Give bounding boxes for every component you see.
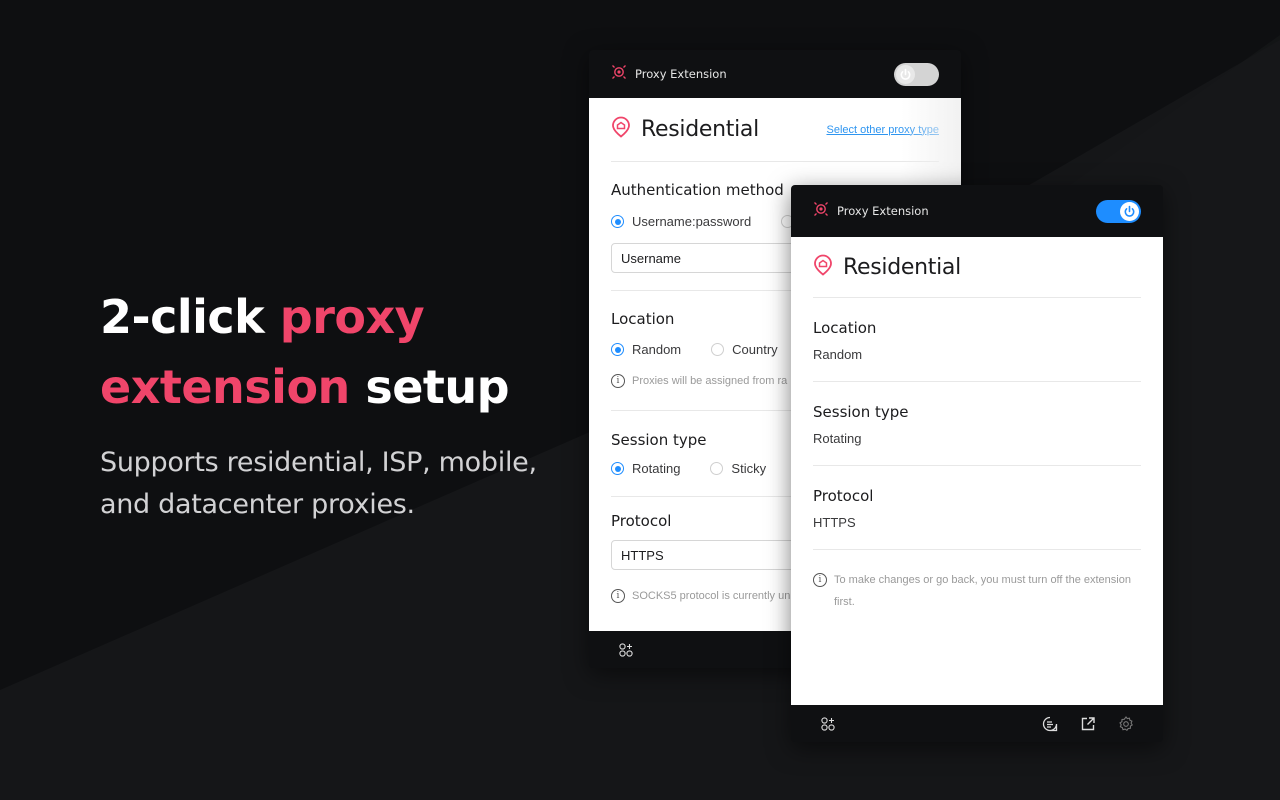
title-row: Residential <box>813 237 1141 298</box>
radio-random[interactable]: Random <box>611 342 681 357</box>
hint-text: Proxies will be assigned from ra <box>632 375 788 387</box>
apps-add-icon[interactable] <box>819 715 837 733</box>
section-value: HTTPS <box>813 515 856 530</box>
home-pin-icon <box>813 254 833 281</box>
external-link-icon[interactable] <box>1079 715 1097 733</box>
session-summary: Session type Rotating <box>813 382 1141 466</box>
home-pin-icon <box>611 116 631 143</box>
radio-indicator[interactable] <box>611 215 624 228</box>
protocol-summary: Protocol HTTPS <box>813 466 1141 550</box>
brand: Proxy Extension <box>611 64 727 85</box>
chat-icon[interactable] <box>1041 715 1059 733</box>
brand: Proxy Extension <box>813 201 929 222</box>
location-summary: Location Random <box>813 298 1141 382</box>
extension-panel-active: Proxy Extension Residential Location Ran… <box>791 185 1163 742</box>
panel-body: Residential Location Random Session type… <box>791 237 1163 705</box>
radio-indicator[interactable] <box>611 462 624 475</box>
brand-label: Proxy Extension <box>635 67 727 81</box>
proxy-type-title: Residential <box>641 117 759 142</box>
target-icon <box>611 64 627 85</box>
radio-label: Random <box>632 342 682 357</box>
hero-title-part1: 2-click <box>100 290 280 344</box>
radio-country[interactable]: Country <box>711 342 778 357</box>
radio-indicator[interactable] <box>611 343 624 356</box>
radio-label: Rotating <box>632 461 681 476</box>
footer-actions <box>1041 715 1135 733</box>
radio-indicator[interactable] <box>711 343 725 356</box>
power-icon <box>1120 201 1139 221</box>
info-icon: i <box>611 589 625 603</box>
extension-toggle[interactable] <box>894 62 939 86</box>
hero-subtitle: Supports residential, ISP, mobile, and d… <box>100 447 537 520</box>
title-row: Residential Select other proxy type <box>611 98 939 162</box>
info-icon: i <box>611 374 625 388</box>
select-proxy-type-link[interactable]: Select other proxy type <box>826 124 939 136</box>
section-title: Location <box>813 319 877 337</box>
radio-label: Country <box>732 342 778 357</box>
hero-title: 2-click proxy extension setup <box>100 282 560 422</box>
radio-rotating[interactable]: Rotating <box>611 461 680 476</box>
settings-icon[interactable] <box>1117 715 1135 733</box>
hero: 2-click proxy extension setup Supports r… <box>100 282 560 526</box>
hint-text: SOCKS5 protocol is currently un <box>632 590 791 602</box>
hero-title-accent1: proxy <box>279 290 425 344</box>
panel-header: Proxy Extension <box>791 185 1163 237</box>
hero-title-accent2: extension <box>100 360 350 414</box>
panel-header: Proxy Extension <box>589 50 961 98</box>
hint-text: To make changes or go back, you must tur… <box>834 574 1131 608</box>
section-value: Random <box>813 347 863 362</box>
hero-title-part2: setup <box>349 360 510 414</box>
section-title: Session type <box>813 403 909 421</box>
section-value: Rotating <box>813 431 862 446</box>
panel-footer <box>791 705 1163 742</box>
radio-label: Sticky <box>731 461 767 476</box>
extension-toggle[interactable] <box>1096 199 1141 223</box>
radio-username-password[interactable]: Username:password <box>611 214 751 229</box>
proxy-type-title: Residential <box>843 254 961 280</box>
radio-sticky[interactable]: Sticky <box>710 461 766 476</box>
radio-label: Username:password <box>632 214 752 229</box>
info-icon: i <box>813 573 827 587</box>
apps-add-icon[interactable] <box>617 641 635 659</box>
brand-label: Proxy Extension <box>837 204 929 218</box>
info-hint: i To make changes or go back, you must t… <box>813 550 1141 613</box>
radio-indicator[interactable] <box>710 462 724 475</box>
section-title: Protocol <box>813 487 874 505</box>
target-icon <box>813 201 829 222</box>
power-icon <box>896 64 915 84</box>
